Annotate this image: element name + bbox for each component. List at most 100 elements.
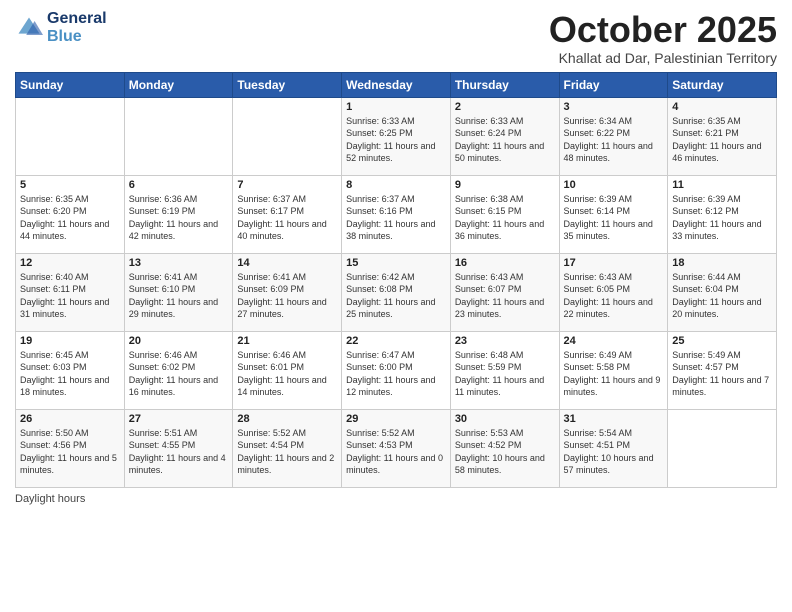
day-info: Sunrise: 5:54 AM Sunset: 4:51 PM Dayligh… (564, 427, 664, 477)
table-row: 16 Sunrise: 6:43 AM Sunset: 6:07 PM Dayli… (450, 253, 559, 331)
table-row (16, 97, 125, 175)
day-number: 8 (346, 179, 446, 191)
daylight-label: Daylight hours (15, 493, 85, 505)
day-info: Sunrise: 6:39 AM Sunset: 6:14 PM Dayligh… (564, 193, 664, 243)
day-info: Sunrise: 6:33 AM Sunset: 6:25 PM Dayligh… (346, 115, 446, 165)
day-number: 1 (346, 101, 446, 113)
col-friday: Friday (559, 72, 668, 97)
day-info: Sunrise: 6:33 AM Sunset: 6:24 PM Dayligh… (455, 115, 555, 165)
col-tuesday: Tuesday (233, 72, 342, 97)
calendar-week-row: 12Sunrise: 6:40 AM Sunset: 6:11 PM Dayli… (16, 253, 777, 331)
day-info: Sunrise: 6:41 AM Sunset: 6:10 PM Dayligh… (129, 271, 229, 321)
logo-icon (15, 14, 43, 42)
table-row: 7 Sunrise: 6:37 AM Sunset: 6:17 PM Daylig… (233, 175, 342, 253)
day-info: Sunrise: 6:47 AM Sunset: 6:00 PM Dayligh… (346, 349, 446, 399)
table-row: 18 Sunrise: 6:44 AM Sunset: 6:04 PM Dayli… (668, 253, 777, 331)
table-row: 20 Sunrise: 6:46 AM Sunset: 6:02 PM Dayli… (124, 331, 233, 409)
calendar-table: Sunday Monday Tuesday Wednesday Thursday… (15, 72, 777, 488)
day-number: 3 (564, 101, 664, 113)
footer: Daylight hours (15, 493, 777, 505)
title-block: October 2025 Khallat ad Dar, Palestinian… (549, 10, 777, 66)
day-info: Sunrise: 6:43 AM Sunset: 6:07 PM Dayligh… (455, 271, 555, 321)
day-info: Sunrise: 6:35 AM Sunset: 6:21 PM Dayligh… (672, 115, 772, 165)
day-info: Sunrise: 5:52 AM Sunset: 4:54 PM Dayligh… (237, 427, 337, 477)
day-info: Sunrise: 5:52 AM Sunset: 4:53 PM Dayligh… (346, 427, 446, 477)
day-info: Sunrise: 6:40 AM Sunset: 6:11 PM Dayligh… (20, 271, 120, 321)
month-title: October 2025 (549, 10, 777, 50)
day-info: Sunrise: 5:51 AM Sunset: 4:55 PM Dayligh… (129, 427, 229, 477)
location-subtitle: Khallat ad Dar, Palestinian Territory (549, 50, 777, 66)
day-number: 29 (346, 413, 446, 425)
day-number: 23 (455, 335, 555, 347)
table-row: 4 Sunrise: 6:35 AM Sunset: 6:21 PM Daylig… (668, 97, 777, 175)
day-info: Sunrise: 6:45 AM Sunset: 6:03 PM Dayligh… (20, 349, 120, 399)
day-info: Sunrise: 6:41 AM Sunset: 6:09 PM Dayligh… (237, 271, 337, 321)
day-number: 19 (20, 335, 120, 347)
day-number: 2 (455, 101, 555, 113)
day-number: 14 (237, 257, 337, 269)
day-info: Sunrise: 6:46 AM Sunset: 6:01 PM Dayligh… (237, 349, 337, 399)
day-info: Sunrise: 6:46 AM Sunset: 6:02 PM Dayligh… (129, 349, 229, 399)
day-number: 10 (564, 179, 664, 191)
day-number: 11 (672, 179, 772, 191)
table-row: 3 Sunrise: 6:34 AM Sunset: 6:22 PM Daylig… (559, 97, 668, 175)
table-row: 28 Sunrise: 5:52 AM Sunset: 4:54 PM Dayli… (233, 409, 342, 487)
day-number: 30 (455, 413, 555, 425)
table-row: 14 Sunrise: 6:41 AM Sunset: 6:09 PM Dayli… (233, 253, 342, 331)
day-number: 15 (346, 257, 446, 269)
calendar-week-row: 26 Sunrise: 5:50 AM Sunset: 4:56 PM Dayli… (16, 409, 777, 487)
day-number: 13 (129, 257, 229, 269)
day-number: 16 (455, 257, 555, 269)
day-number: 4 (672, 101, 772, 113)
day-info: Sunrise: 6:39 AM Sunset: 6:12 PM Dayligh… (672, 193, 772, 243)
day-number: 6 (129, 179, 229, 191)
day-number: 31 (564, 413, 664, 425)
table-row: 9 Sunrise: 6:38 AM Sunset: 6:15 PM Daylig… (450, 175, 559, 253)
page-header: General Blue October 2025 Khallat ad Dar… (15, 10, 777, 66)
day-info: Sunrise: 6:43 AM Sunset: 6:05 PM Dayligh… (564, 271, 664, 321)
day-number: 28 (237, 413, 337, 425)
day-number: 26 (20, 413, 120, 425)
day-number: 9 (455, 179, 555, 191)
day-info: Sunrise: 6:37 AM Sunset: 6:17 PM Dayligh… (237, 193, 337, 243)
day-number: 7 (237, 179, 337, 191)
day-number: 24 (564, 335, 664, 347)
calendar-week-row: 19 Sunrise: 6:45 AM Sunset: 6:03 PM Dayli… (16, 331, 777, 409)
table-row: 22Sunrise: 6:47 AM Sunset: 6:00 PM Dayli… (342, 331, 451, 409)
day-info: Sunrise: 6:36 AM Sunset: 6:19 PM Dayligh… (129, 193, 229, 243)
table-row: 21Sunrise: 6:46 AM Sunset: 6:01 PM Dayli… (233, 331, 342, 409)
table-row: 1 Sunrise: 6:33 AM Sunset: 6:25 PM Daylig… (342, 97, 451, 175)
table-row (233, 97, 342, 175)
table-row: 27 Sunrise: 5:51 AM Sunset: 4:55 PM Dayli… (124, 409, 233, 487)
day-info: Sunrise: 6:38 AM Sunset: 6:15 PM Dayligh… (455, 193, 555, 243)
table-row: 13 Sunrise: 6:41 AM Sunset: 6:10 PM Dayli… (124, 253, 233, 331)
day-info: Sunrise: 6:37 AM Sunset: 6:16 PM Dayligh… (346, 193, 446, 243)
day-number: 25 (672, 335, 772, 347)
day-number: 20 (129, 335, 229, 347)
table-row: 8 Sunrise: 6:37 AM Sunset: 6:16 PM Daylig… (342, 175, 451, 253)
calendar-header-row: Sunday Monday Tuesday Wednesday Thursday… (16, 72, 777, 97)
table-row: 15Sunrise: 6:42 AM Sunset: 6:08 PM Dayli… (342, 253, 451, 331)
day-number: 18 (672, 257, 772, 269)
day-info: Sunrise: 5:50 AM Sunset: 4:56 PM Dayligh… (20, 427, 120, 477)
day-number: 5 (20, 179, 120, 191)
calendar-body: 1 Sunrise: 6:33 AM Sunset: 6:25 PM Daylig… (16, 97, 777, 487)
table-row: 25 Sunrise: 5:49 AM Sunset: 4:57 PM Dayli… (668, 331, 777, 409)
day-info: Sunrise: 5:53 AM Sunset: 4:52 PM Dayligh… (455, 427, 555, 477)
table-row (668, 409, 777, 487)
table-row: 6 Sunrise: 6:36 AM Sunset: 6:19 PM Daylig… (124, 175, 233, 253)
table-row: 19 Sunrise: 6:45 AM Sunset: 6:03 PM Dayli… (16, 331, 125, 409)
table-row: 17 Sunrise: 6:43 AM Sunset: 6:05 PM Dayli… (559, 253, 668, 331)
day-info: Sunrise: 5:49 AM Sunset: 4:57 PM Dayligh… (672, 349, 772, 399)
table-row: 23Sunrise: 6:48 AM Sunset: 5:59 PM Dayli… (450, 331, 559, 409)
table-row: 30 Sunrise: 5:53 AM Sunset: 4:52 PM Dayli… (450, 409, 559, 487)
day-info: Sunrise: 6:44 AM Sunset: 6:04 PM Dayligh… (672, 271, 772, 321)
day-number: 17 (564, 257, 664, 269)
calendar-week-row: 5Sunrise: 6:35 AM Sunset: 6:20 PM Daylig… (16, 175, 777, 253)
day-info: Sunrise: 6:34 AM Sunset: 6:22 PM Dayligh… (564, 115, 664, 165)
table-row: 29 Sunrise: 5:52 AM Sunset: 4:53 PM Dayli… (342, 409, 451, 487)
table-row: 2 Sunrise: 6:33 AM Sunset: 6:24 PM Daylig… (450, 97, 559, 175)
col-monday: Monday (124, 72, 233, 97)
table-row: 26 Sunrise: 5:50 AM Sunset: 4:56 PM Dayli… (16, 409, 125, 487)
day-number: 27 (129, 413, 229, 425)
